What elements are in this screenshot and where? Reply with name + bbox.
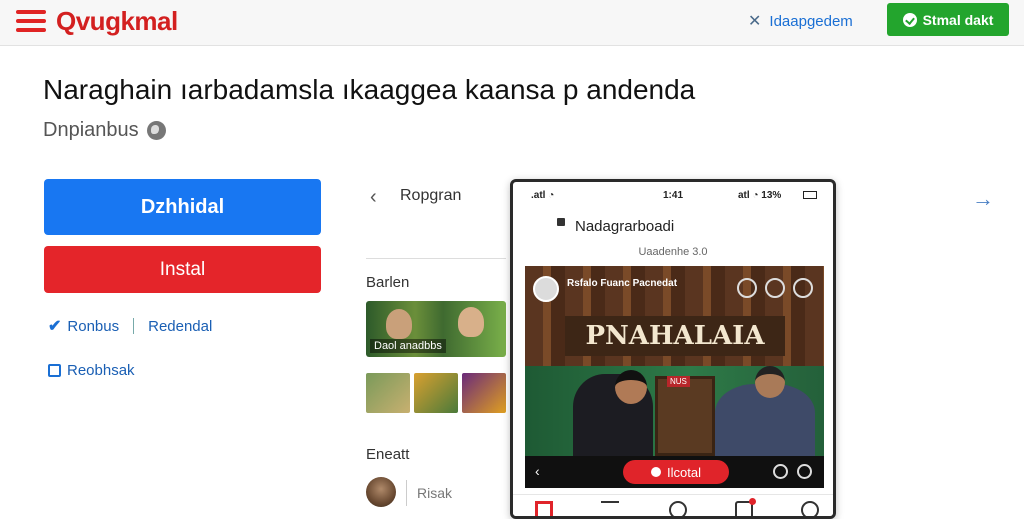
home-icon[interactable] [535,501,553,516]
install-button[interactable]: Instal [44,246,321,293]
person-head [615,370,647,404]
page-subtitle: Dnpianbus [43,119,166,142]
phone-title: Nadagrarboadi [575,218,675,235]
logo-text: Qvugkmal [56,6,178,36]
profile-icon[interactable] [801,501,819,516]
panel-nav-title: Ropgran [400,187,462,204]
option1-link[interactable]: Redendal [148,318,212,335]
section-label-2: Eneatt [366,446,410,463]
close-icon[interactable]: ✕ [748,11,761,31]
phone-tab-bar [513,494,833,516]
option2-label[interactable]: Reobhsak [67,362,135,379]
thumbnail-figure [386,309,412,339]
check-circle-icon [902,12,917,27]
record-icon [651,467,662,477]
phone-preview: .atl ◔ 1:41 atl ◔ 13% Nadagrarboadi Uaad… [510,179,836,519]
video-banner: PNAHALAIA [565,316,785,356]
divider [133,318,135,334]
check-icon: ✔ [48,318,62,335]
video-controls: ‹ Ilcotal [525,456,824,488]
channel-name[interactable]: Rsfalo Fuanc Pacnedat [567,278,677,289]
settings-icon[interactable] [737,278,757,298]
phone-subtitle: Uaadenhe 3.0 [638,246,708,258]
avatar[interactable] [366,477,396,507]
arrow-right-icon[interactable]: → [972,186,994,212]
video-player[interactable]: PNAHALAIA NUS Rsfalo Fuanc Pacnedat [525,266,824,456]
section-label-1: Barlen [366,274,410,291]
video-tag: NUS [667,376,690,387]
subtitle-text: Dnpianbus [43,119,139,141]
top-bar: Qvugkmal ✕ Idaapgedem Stmal dakt [0,0,1024,46]
notification-badge [749,498,756,505]
menu-list-icon[interactable] [601,501,619,516]
status-time: 1:41 [663,190,684,201]
top-action-button[interactable]: Stmal dakt [887,3,1009,36]
page-title: Naraghain ıarbadamsla ıkaaggea kaansa p … [43,74,696,105]
video-thumbnail[interactable]: Daol anadbbs [366,301,506,357]
chat-icon[interactable] [669,501,687,516]
comment-input[interactable]: Risak [406,480,516,506]
small-thumbnail[interactable] [462,373,506,413]
video-door [655,376,715,456]
search-icon[interactable] [797,464,812,479]
option-row-1: ✔ Ronbus Redendal [48,316,212,336]
thumbnail-caption: Daol anadbbs [370,339,446,353]
person-head [755,366,785,398]
primary-button[interactable]: Dzhhidal [44,179,321,235]
info-icon[interactable] [765,278,785,298]
top-action-label: Stmal dakt [922,11,994,28]
status-signal: .atl ◔ [531,190,555,201]
clock-icon[interactable] [773,464,788,479]
top-link-label: Idaapgedem [769,12,853,30]
option-row-2[interactable]: Reobhsak [48,362,135,379]
checkbox-icon[interactable] [48,364,61,377]
small-thumbnail[interactable] [366,373,410,413]
back-icon[interactable] [557,218,565,226]
live-button-label: Ilcotal [667,464,701,480]
share-icon[interactable]: ‹ [535,463,540,479]
panel-divider [366,258,506,259]
top-link[interactable]: ✕ Idaapgedem [748,11,853,31]
battery-icon [803,191,817,199]
globe-icon [146,121,166,140]
profile-icon[interactable] [793,278,813,298]
option1-label[interactable]: Ronbus [67,318,119,335]
status-battery-text: atl ◔ 13% [738,190,782,201]
channel-avatar[interactable] [533,276,559,302]
chevron-left-icon[interactable]: ‹ [370,186,377,209]
live-button[interactable]: Ilcotal [623,460,729,484]
thumbnail-figure [458,307,484,337]
small-thumbnail[interactable] [414,373,458,413]
menu-icon[interactable] [16,10,46,32]
logo[interactable]: Qvugkmal [56,6,178,37]
